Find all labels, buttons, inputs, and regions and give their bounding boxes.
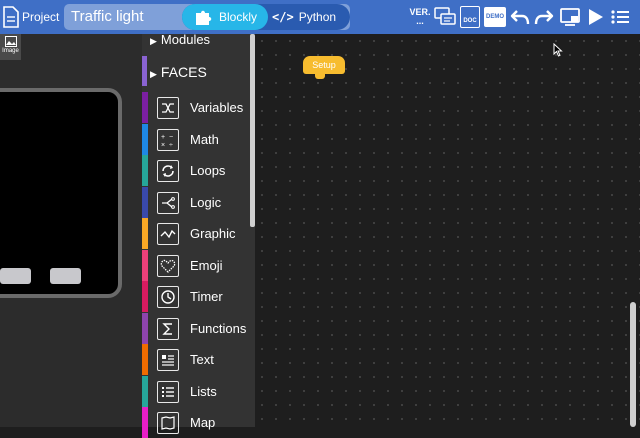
category-color-bar — [142, 187, 148, 218]
blockly-mode-button[interactable]: Blockly — [182, 4, 268, 30]
device-screen — [0, 88, 122, 298]
svg-text:−: − — [169, 134, 173, 141]
version-dots: ... — [416, 16, 424, 26]
emoji-icon — [157, 254, 179, 277]
svg-text:+: + — [161, 134, 165, 141]
category-text[interactable]: Text — [142, 344, 252, 375]
category-label: Functions — [190, 321, 247, 336]
version-icon[interactable]: VER. ... — [408, 5, 432, 29]
demo-label: DEMO — [484, 7, 506, 27]
image-tab[interactable]: Image — [0, 34, 21, 60]
category-map[interactable]: Map — [142, 407, 252, 438]
category-emoji[interactable]: Emoji — [142, 250, 252, 281]
lists-icon — [157, 380, 179, 403]
demo-icon[interactable]: DEMO — [483, 5, 507, 29]
category-label: Graphic — [190, 226, 236, 241]
category-color-bar — [142, 155, 148, 186]
faces-color-bar — [142, 56, 147, 86]
svg-text:×: × — [161, 142, 165, 148]
chat-icon[interactable] — [433, 5, 457, 29]
device-button-a[interactable] — [0, 268, 31, 284]
category-timer[interactable]: Timer — [142, 281, 252, 312]
category-color-bar — [142, 92, 148, 123]
category-color-bar — [142, 281, 148, 312]
category-label: Math — [190, 132, 219, 147]
category-label: Variables — [190, 100, 244, 115]
code-icon: </> — [272, 10, 294, 24]
category-label: Timer — [190, 289, 223, 304]
category-label: Logic — [190, 195, 222, 210]
device-icon[interactable] — [558, 5, 582, 29]
blockly-workspace[interactable] — [255, 34, 640, 427]
puzzle-icon — [196, 10, 212, 25]
category-color-bar — [142, 250, 148, 281]
category-group-label: Modules — [160, 32, 211, 47]
doc-label: DOC — [460, 6, 480, 28]
map-icon — [157, 411, 179, 434]
category-label: Text — [190, 352, 214, 367]
project-label: Project — [22, 10, 60, 24]
setup-block[interactable]: Setup — [303, 56, 345, 79]
workspace-scrollbar[interactable] — [630, 302, 636, 427]
category-color-bar — [142, 124, 148, 155]
project-file-icon — [3, 6, 19, 28]
category-color-bar — [142, 376, 148, 407]
mouse-cursor-icon — [553, 43, 563, 57]
logic-icon — [157, 191, 179, 214]
category-label: Loops — [190, 163, 226, 178]
category-math[interactable]: + − × ÷ Math — [142, 124, 252, 155]
category-group-label: FACES — [160, 64, 207, 80]
doc-icon[interactable]: DOC — [458, 5, 482, 29]
loops-icon — [157, 159, 179, 182]
redo-icon[interactable] — [532, 5, 556, 29]
category-loops[interactable]: Loops — [142, 155, 252, 186]
expand-triangle-icon: ▶ — [150, 69, 157, 79]
category-color-bar — [142, 218, 148, 249]
math-icon: + − × ÷ — [157, 128, 179, 151]
category-color-bar — [142, 344, 148, 375]
expand-triangle-icon: ▶ — [150, 36, 157, 46]
undo-icon[interactable] — [508, 5, 532, 29]
variables-icon — [157, 96, 179, 119]
python-mode-button[interactable]: </> Python — [270, 4, 350, 30]
graphic-icon — [157, 222, 179, 245]
category-color-bar — [142, 313, 148, 344]
timer-icon — [157, 285, 179, 308]
image-icon — [4, 36, 17, 47]
project-button[interactable]: Project — [0, 0, 62, 34]
project-title[interactable]: Traffic light — [71, 8, 181, 25]
device-button-b[interactable] — [50, 268, 81, 284]
category-functions[interactable]: Functions — [142, 313, 252, 344]
category-color-bar — [142, 407, 148, 438]
category-graphic[interactable]: Graphic — [142, 218, 252, 249]
category-group-modules[interactable]: ▶ Modules — [150, 32, 210, 47]
category-group-faces[interactable]: ▶ FACES — [150, 64, 207, 80]
text-icon — [157, 348, 179, 371]
category-label: Lists — [190, 384, 217, 399]
category-variables[interactable]: Variables — [142, 92, 252, 123]
image-tab-label: Image — [2, 48, 19, 54]
menu-icon[interactable] — [609, 5, 631, 29]
run-icon[interactable] — [584, 5, 606, 29]
category-label: Map — [190, 415, 216, 430]
svg-text:÷: ÷ — [169, 142, 173, 148]
blockly-mode-label: Blockly — [219, 10, 258, 24]
category-label: Emoji — [190, 258, 223, 273]
category-lists[interactable]: Lists — [142, 376, 252, 407]
category-logic[interactable]: Logic — [142, 187, 252, 218]
functions-icon — [157, 317, 179, 340]
python-mode-label: Python — [298, 10, 337, 24]
